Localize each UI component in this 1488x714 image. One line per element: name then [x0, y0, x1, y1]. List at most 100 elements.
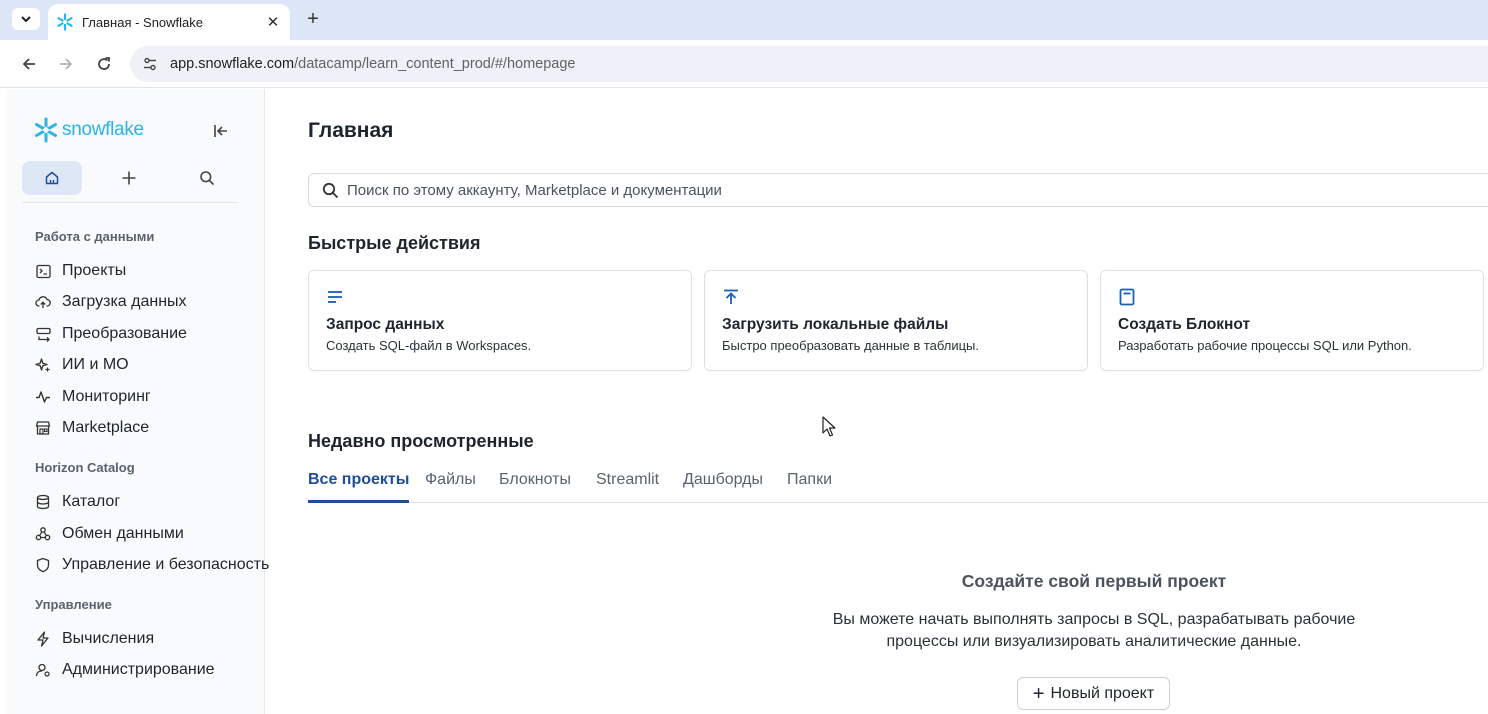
sidebar-item-label: Администрирование	[62, 661, 215, 678]
sidebar-item-compute[interactable]: Вычисления	[35, 627, 154, 651]
create-button[interactable]	[99, 161, 159, 195]
address-bar[interactable]: app.snowflake.com/datacamp/learn_content…	[130, 46, 1488, 82]
card-description: Разработать рабочие процессы SQL или Pyt…	[1118, 338, 1412, 353]
new-tab-button[interactable]: +	[302, 8, 324, 30]
sidebar-item-label: Мониторинг	[62, 388, 151, 405]
tab-files[interactable]: Файлы	[425, 471, 476, 503]
browser-tab-bar: Главная - Snowflake ✕ +	[0, 0, 1488, 40]
notebook-icon	[1119, 288, 1135, 306]
upload-icon	[724, 289, 738, 304]
logo-text: snowflake	[62, 119, 144, 140]
tab-search-button[interactable]	[12, 8, 40, 30]
sidebar-item-label: Обмен данными	[62, 525, 184, 542]
sidebar: snowflake Работа с данными Проекты Загру…	[6, 89, 269, 714]
sidebar-item-data-loading[interactable]: Загрузка данных	[35, 290, 187, 314]
snowflake-logo[interactable]: snowflake	[33, 117, 144, 143]
forward-icon[interactable]	[54, 52, 78, 76]
empty-state-description: Вы можете начать выполнять запросы в SQL…	[826, 609, 1362, 653]
mouse-cursor-icon	[822, 416, 836, 437]
sidebar-item-label: Marketplace	[62, 419, 150, 436]
recent-tabs: Все проекты Файлы Блокноты Streamlit Даш…	[308, 471, 1488, 503]
reload-icon[interactable]	[92, 52, 116, 76]
search-placeholder: Поиск по этому аккаунту, Marketplace и д…	[347, 181, 722, 199]
search-icon	[200, 171, 215, 186]
back-icon[interactable]	[17, 52, 41, 76]
tab-all-projects[interactable]: Все проекты	[308, 471, 410, 503]
sidebar-item-data-sharing[interactable]: Обмен данными	[35, 522, 184, 546]
browser-tab[interactable]: Главная - Snowflake ✕	[48, 4, 290, 40]
sidebar-item-catalog[interactable]: Каталог	[35, 490, 120, 514]
main-content: Главная Поиск по этому аккаунту, Marketp…	[266, 89, 1488, 714]
query-icon	[328, 291, 342, 303]
empty-state-description-line: Вы можете начать выполнять запросы в SQL…	[832, 611, 1356, 628]
tab-notebooks[interactable]: Блокноты	[499, 471, 571, 503]
sparkle-icon	[35, 357, 51, 373]
sidebar-section-title: Horizon Catalog	[35, 460, 135, 475]
recently-viewed-title: Недавно просмотренные	[308, 431, 534, 451]
quick-actions-title: Быстрые действия	[308, 233, 481, 253]
card-title: Загрузить локальные файлы	[722, 316, 949, 333]
new-project-button[interactable]: + Новый проект	[1017, 677, 1170, 710]
sidebar-item-marketplace[interactable]: Marketplace	[35, 416, 149, 440]
quick-action-create-notebook[interactable]: Создать Блокнот Разработать рабочие проц…	[1100, 270, 1484, 371]
close-icon[interactable]: ✕	[264, 13, 282, 31]
page-title: Главная	[308, 119, 394, 142]
tab-title: Главная - Snowflake	[82, 14, 204, 30]
tab-folders[interactable]: Папки	[787, 471, 832, 503]
sidebar-item-ai-ml[interactable]: ИИ и МО	[35, 353, 129, 377]
sidebar-item-governance-security[interactable]: Управление и безопасность	[35, 553, 269, 577]
global-search-input[interactable]: Поиск по этому аккаунту, Marketplace и д…	[308, 173, 1488, 207]
sidebar-item-label: Каталог	[62, 493, 121, 510]
database-icon	[35, 494, 51, 510]
sidebar-section-title: Работа с данными	[35, 229, 155, 244]
quick-action-query-data[interactable]: Запрос данных Создать SQL-файл в Workspa…	[308, 270, 692, 371]
home-icon	[45, 171, 59, 185]
sidebar-section-title: Управление	[35, 597, 112, 612]
search-button[interactable]	[177, 161, 237, 195]
cloud-upload-icon	[35, 294, 51, 310]
url-path: /datacamp/learn_content_prod/#/homepage	[294, 56, 576, 72]
snowflake-logo-icon	[35, 117, 57, 143]
card-description: Создать SQL-файл в Workspaces.	[326, 338, 532, 353]
card-title: Запрос данных	[326, 316, 445, 333]
sidebar-item-label: Загрузка данных	[62, 293, 187, 310]
quick-action-upload-files[interactable]: Загрузить локальные файлы Быстро преобра…	[704, 270, 1088, 371]
sidebar-item-label: Вычисления	[62, 630, 155, 647]
search-icon	[321, 181, 339, 199]
admin-icon	[35, 662, 51, 678]
shield-icon	[35, 557, 51, 573]
home-button[interactable]	[22, 161, 82, 195]
sidebar-item-transformation[interactable]: Преобразование	[35, 322, 187, 346]
share-icon	[35, 526, 51, 542]
collapse-sidebar-icon[interactable]	[211, 121, 231, 141]
card-title: Создать Блокнот	[1118, 316, 1251, 333]
sidebar-divider	[22, 202, 238, 203]
snowflake-favicon-icon	[56, 13, 74, 31]
sidebar-item-monitoring[interactable]: Мониторинг	[35, 385, 151, 409]
site-settings-icon[interactable]	[140, 54, 160, 74]
tab-dashboards[interactable]: Дашборды	[683, 471, 763, 503]
sidebar-item-label: Проекты	[62, 262, 127, 279]
card-description: Быстро преобразовать данные в таблицы.	[722, 338, 980, 353]
tab-streamlit[interactable]: Streamlit	[596, 471, 659, 503]
url-text: app.snowflake.com/datacamp/learn_content…	[170, 56, 575, 72]
sidebar-item-label: Управление и безопасность	[62, 556, 270, 573]
activity-icon	[35, 389, 51, 405]
plus-icon	[122, 171, 136, 185]
sidebar-quick-actions	[22, 161, 238, 195]
url-host: app.snowflake.com	[170, 56, 295, 72]
store-icon	[35, 420, 51, 436]
sidebar-item-projects[interactable]: Проекты	[35, 259, 126, 283]
browser-toolbar: app.snowflake.com/datacamp/learn_content…	[0, 40, 1488, 88]
empty-state-description-line: процессы или визуализировать аналитическ…	[886, 633, 1302, 650]
plus-icon: +	[1032, 682, 1045, 705]
new-project-label: Новый проект	[1050, 684, 1155, 702]
chevron-down-icon	[21, 16, 31, 23]
bolt-icon	[35, 631, 51, 647]
projects-icon	[35, 263, 51, 279]
sidebar-item-label: Преобразование	[62, 325, 187, 342]
empty-state-title: Создайте свой первый проект	[961, 571, 1227, 591]
sidebar-item-label: ИИ и МО	[62, 356, 129, 373]
transform-icon	[35, 326, 51, 342]
sidebar-item-administration[interactable]: Администрирование	[35, 658, 215, 682]
